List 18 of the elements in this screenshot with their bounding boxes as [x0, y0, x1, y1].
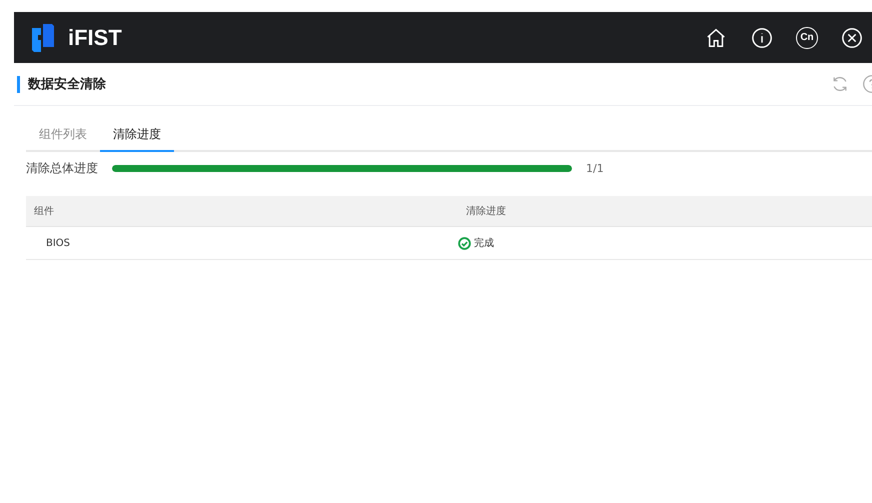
app-title: iFIST: [68, 24, 122, 50]
title-accent: [17, 76, 20, 92]
progress-reading: 1/1: [586, 162, 604, 174]
tab[interactable]: 组件列表: [26, 118, 100, 152]
language-button[interactable]: Cn: [796, 26, 818, 48]
table-cell-text: BIOS: [45, 238, 72, 248]
home-icon: [705, 26, 727, 48]
logo-icon: [32, 24, 54, 52]
close-icon: [841, 26, 863, 48]
progress-label: 清除总体进度: [26, 160, 98, 176]
status-text: 完成: [474, 236, 494, 250]
info-icon: [751, 26, 773, 48]
close-button[interactable]: [840, 26, 864, 50]
column-header: 清除进度: [465, 204, 507, 218]
tab[interactable]: 清除进度: [100, 118, 174, 152]
column-header: 组件: [33, 205, 55, 218]
info-button[interactable]: [750, 26, 774, 50]
page-title: 数据安全清除: [28, 76, 106, 93]
